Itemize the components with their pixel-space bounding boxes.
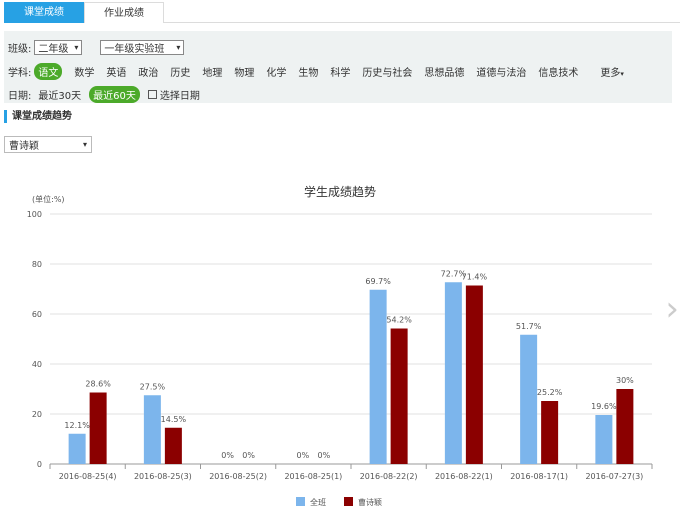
y-tick-label: 0: [37, 460, 42, 469]
bar-student: [390, 328, 408, 464]
chart-legend: 全班 曹诗颖: [296, 497, 382, 507]
choose-date-button[interactable]: 选择日期: [147, 87, 200, 102]
data-label: 0%: [318, 451, 331, 460]
subject-item-yingyu[interactable]: 英语: [106, 64, 126, 79]
bar-class: [444, 282, 462, 464]
student-select-value: 曹诗颖: [9, 141, 39, 152]
legend-swatch: [296, 497, 305, 506]
data-label: 0%: [242, 451, 255, 460]
class-label: 班级:: [8, 43, 32, 55]
chevron-down-icon: ▾: [74, 42, 79, 52]
filter-panel: 班级: 二年级 ▾ 一年级实验班 ▾ 学科: 语文 数学 英语 政治 历史 地理…: [4, 31, 672, 103]
data-label: 51.7%: [516, 322, 542, 331]
x-tick-label: 2016-08-25(4): [59, 472, 117, 481]
chart-grid: [50, 213, 652, 465]
y-tick-label: 80: [32, 260, 42, 269]
data-label: 71.4%: [462, 273, 488, 282]
bar-class: [68, 433, 86, 464]
subject-item-shuxue[interactable]: 数学: [74, 64, 94, 79]
legend-swatch: [344, 497, 353, 506]
more-label: 更多: [600, 67, 621, 79]
data-label: 14.5%: [161, 415, 187, 424]
tab-homework-scores[interactable]: 作业成绩: [84, 2, 164, 23]
calendar-icon: [147, 89, 157, 99]
data-label: 25.2%: [537, 388, 563, 397]
subject-item-wuli[interactable]: 物理: [234, 64, 254, 79]
score-trend-chart: 学生成绩趋势 (单位:%) 0 20 40 60 80 100 12.1% 28.6% 27.…: [27, 184, 653, 507]
subject-filter-row: 学科: 语文 数学 英语 政治 历史 地理 物理 化学 生物 科学 历史与社会 …: [8, 62, 624, 80]
subject-item-daode-fazhi[interactable]: 道德与法治: [476, 64, 526, 79]
subject-item-yuwen[interactable]: 语文: [34, 62, 63, 80]
data-label: 54.2%: [386, 316, 412, 325]
y-tick-label: 60: [32, 310, 42, 319]
subject-item-sixiang-pinde[interactable]: 思想品德: [424, 64, 464, 79]
data-label: 12.1%: [64, 421, 90, 430]
x-tick-label: 2016-08-25(1): [284, 472, 342, 481]
subject-item-shengwu[interactable]: 生物: [298, 64, 318, 79]
bar-class: [520, 334, 538, 464]
subject-item-zhengzhi[interactable]: 政治: [138, 64, 158, 79]
tab-classroom-scores[interactable]: 课堂成绩: [4, 2, 84, 23]
data-label: 0%: [297, 451, 310, 460]
x-tick-label: 2016-07-27(3): [585, 472, 643, 481]
y-tick-label: 20: [32, 410, 42, 419]
more-subjects-button[interactable]: 更多▾: [600, 64, 624, 79]
data-label: 19.6%: [591, 402, 617, 411]
choose-date-label: 选择日期: [159, 90, 200, 102]
bar-student: [616, 389, 634, 464]
data-label: 69.7%: [365, 277, 391, 286]
y-tick-label: 100: [27, 210, 42, 219]
y-axis: 0 20 40 60 80 100: [27, 210, 42, 469]
x-tick-label: 2016-08-25(3): [134, 472, 192, 481]
x-tick-label: 2016-08-25(2): [209, 472, 267, 481]
bar-student: [465, 285, 483, 464]
bar-student: [164, 427, 182, 464]
x-tick-label: 2016-08-22(1): [435, 472, 493, 481]
grade-select[interactable]: 二年级 ▾: [34, 39, 83, 55]
section-title: 课堂成绩趋势: [4, 110, 72, 123]
x-axis: 2016-08-25(4) 2016-08-25(3) 2016-08-25(2) 2…: [49, 464, 653, 481]
subject-item-huaxue[interactable]: 化学: [266, 64, 286, 79]
bar-class: [369, 289, 387, 464]
chevron-down-icon: ▾: [82, 140, 87, 149]
data-label: 27.5%: [140, 382, 166, 391]
subject-item-lishi[interactable]: 历史: [170, 64, 190, 79]
date-label: 日期:: [8, 90, 32, 102]
date-option-30[interactable]: 最近30天: [38, 87, 81, 102]
bar-class: [143, 395, 161, 464]
chart-bars: 12.1%28.6% 27.5%14.5%0% 0% 0% 0%69.7%54.2%72…: [64, 269, 634, 464]
class-select[interactable]: 一年级实验班 ▾: [100, 39, 185, 55]
student-select[interactable]: 曹诗颖 ▾: [4, 136, 92, 153]
class-filter-row: 班级: 二年级 ▾ 一年级实验班 ▾: [8, 38, 202, 56]
data-label: 0%: [221, 451, 234, 460]
bar-student: [541, 401, 559, 464]
grade-select-value: 二年级: [38, 43, 69, 55]
caret-down-icon: ▾: [620, 69, 624, 78]
legend-label: 全班: [310, 497, 326, 507]
bar-class: [595, 415, 613, 464]
chart-title: 学生成绩趋势: [304, 184, 376, 199]
data-label: 28.6%: [85, 380, 111, 389]
date-filter-row: 日期: 最近30天 最近60天 选择日期: [8, 85, 200, 103]
bar-student: [89, 392, 107, 464]
chevron-down-icon: ▾: [176, 42, 181, 52]
y-tick-label: 40: [32, 360, 42, 369]
subject-item-lishi-shehui[interactable]: 历史与社会: [362, 64, 412, 79]
class-select-value: 一年级实验班: [104, 43, 165, 55]
data-label: 30%: [616, 376, 634, 385]
legend-label: 曹诗颖: [358, 497, 382, 507]
x-tick-label: 2016-08-17(1): [510, 472, 568, 481]
subject-item-kexue[interactable]: 科学: [330, 64, 350, 79]
date-option-60[interactable]: 最近60天: [89, 85, 140, 103]
unit-label: (单位:%): [32, 194, 65, 204]
subject-item-dili[interactable]: 地理: [202, 64, 222, 79]
subject-label: 学科:: [8, 67, 32, 79]
x-tick-label: 2016-08-22(2): [360, 472, 418, 481]
subject-item-xinxi-jishu[interactable]: 信息技术: [538, 64, 578, 79]
tab-bar: 课堂成绩 作业成绩: [4, 2, 680, 23]
